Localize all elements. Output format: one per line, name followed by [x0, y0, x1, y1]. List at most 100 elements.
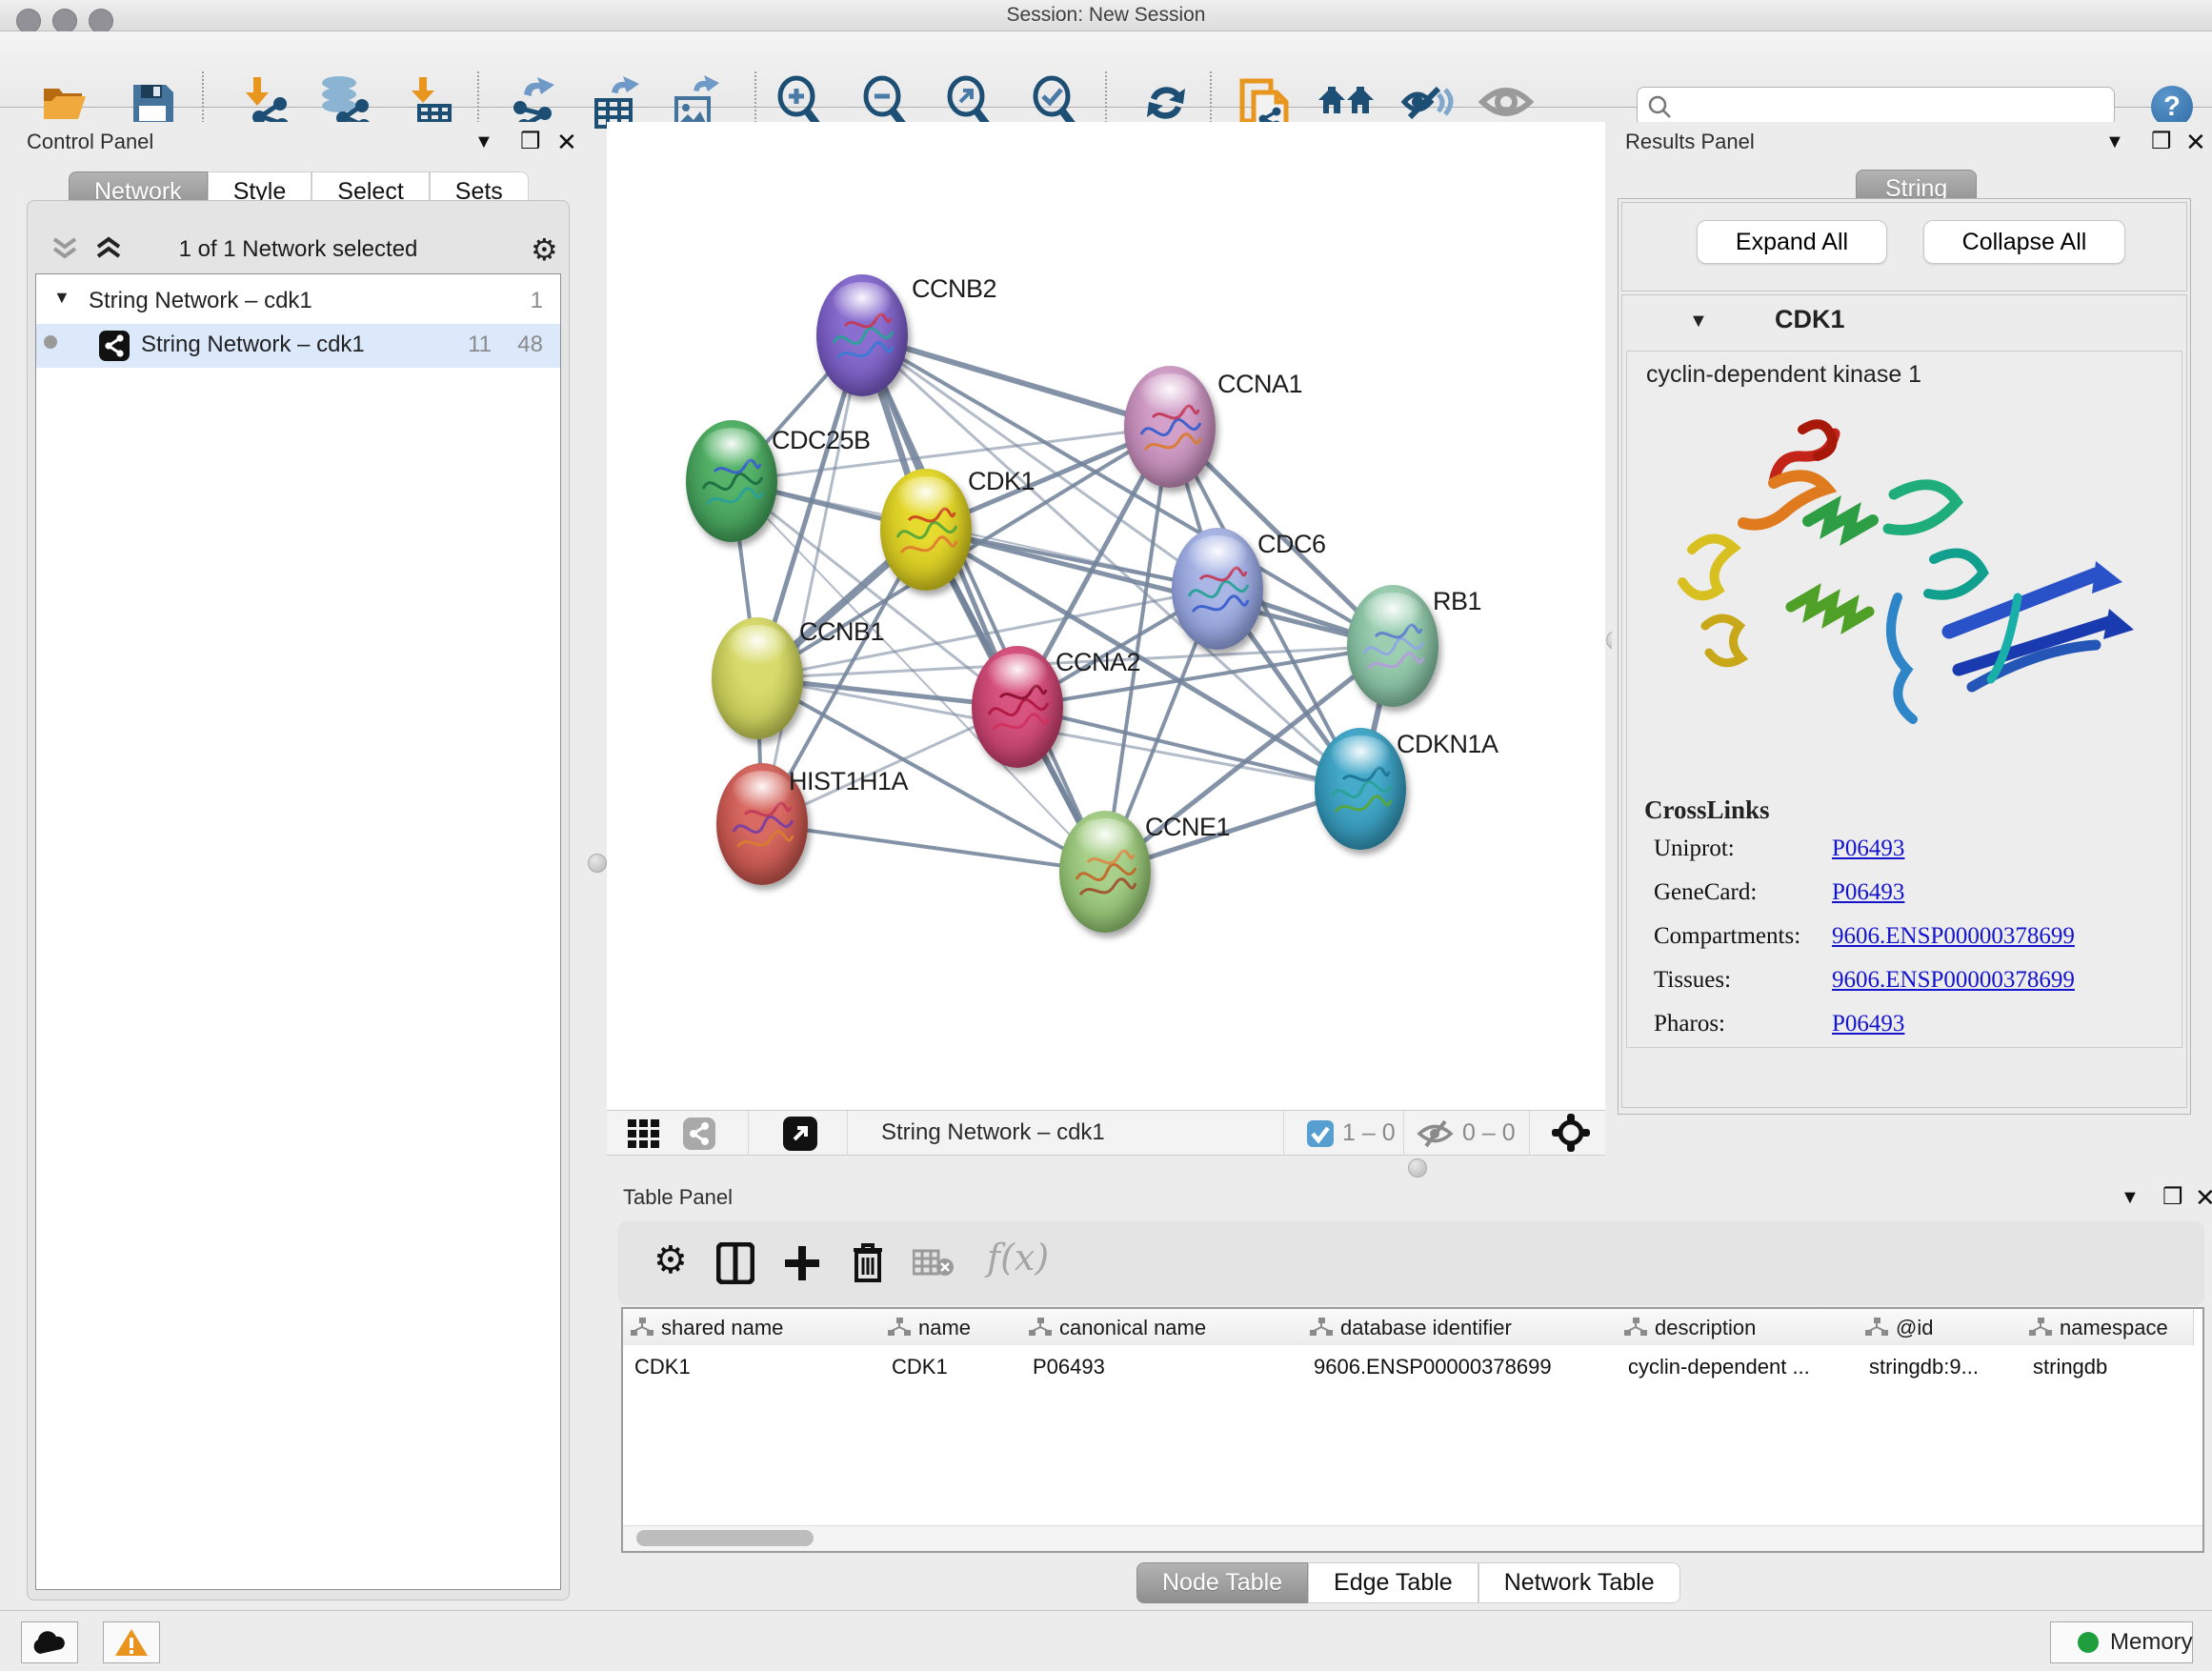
- network-node-CCNB2[interactable]: [816, 274, 908, 396]
- table-cell[interactable]: CDK1: [634, 1355, 873, 1379]
- network-options-gear-icon[interactable]: ⚙: [531, 232, 558, 268]
- table-panel-collapse-icon[interactable]: ▼: [2121, 1187, 2140, 1209]
- zoom-out-icon[interactable]: [859, 75, 909, 129]
- tab-node-table[interactable]: Node Table: [1136, 1562, 1308, 1603]
- network-edge[interactable]: [762, 824, 1105, 872]
- control-panel-collapse-icon[interactable]: ▼: [474, 131, 493, 153]
- column-header-canonicalname[interactable]: canonical name: [1021, 1309, 1303, 1345]
- bottom-splitter-handle[interactable]: [1408, 1158, 1427, 1178]
- selected-checkbox-icon[interactable]: [1307, 1120, 1334, 1147]
- hidden-eye-icon[interactable]: [1417, 1119, 1455, 1148]
- export-table-icon[interactable]: [587, 75, 636, 129]
- crosslink-tissues-link[interactable]: 9606.ENSP00000378699: [1832, 967, 2075, 994]
- network-status-dot: [44, 335, 57, 349]
- table-cell[interactable]: cyclin-dependent ...: [1628, 1355, 1850, 1379]
- gene-collapse-icon[interactable]: ▼: [1689, 311, 1708, 332]
- single-view-icon[interactable]: [683, 1117, 715, 1150]
- table-settings-gear-icon[interactable]: ⚙: [654, 1238, 688, 1282]
- tab-network-table[interactable]: Network Table: [1478, 1562, 1680, 1603]
- expand-all-button[interactable]: Expand All: [1697, 220, 1887, 264]
- network-view-canvas[interactable]: CCNB2CCNA1CDC25BCDK1CDC6RB1CCNB1CCNA2CDK…: [607, 122, 1605, 1110]
- column-header-databaseidentifier[interactable]: database identifier: [1302, 1309, 1618, 1345]
- network-node-CDK1[interactable]: [880, 469, 972, 591]
- network-row-selected[interactable]: String Network – cdk1 11 48: [36, 324, 560, 368]
- scrollbar-thumb[interactable]: [636, 1530, 814, 1546]
- collapse-all-button[interactable]: Collapse All: [1923, 220, 2125, 264]
- network-edge[interactable]: [732, 481, 1217, 589]
- birds-eye-view-icon[interactable]: [783, 1117, 817, 1151]
- network-node-CDKN1A[interactable]: [1315, 728, 1406, 850]
- crosslink-compartments-link[interactable]: 9606.ENSP00000378699: [1832, 923, 2075, 950]
- table-panel-float-icon[interactable]: ❒: [2162, 1183, 2183, 1211]
- network-node-RB1[interactable]: [1347, 585, 1438, 707]
- zoom-in-icon[interactable]: [774, 75, 823, 129]
- crosslink-uniprot-link[interactable]: P06493: [1832, 836, 1904, 862]
- node-label-CDKN1A: CDKN1A: [1397, 730, 1498, 759]
- network-node-CCNB1[interactable]: [712, 617, 803, 739]
- table-cell[interactable]: stringdb:9...: [1869, 1355, 2014, 1379]
- string-home-icon[interactable]: [1317, 75, 1366, 129]
- network-node-CCNE1[interactable]: [1059, 811, 1151, 933]
- table-cell[interactable]: stringdb: [2033, 1355, 2185, 1379]
- grid-view-icon[interactable]: [628, 1119, 660, 1148]
- search-icon: [1647, 94, 1672, 119]
- crosslink-pharos-link[interactable]: P06493: [1832, 1011, 1904, 1037]
- show-columns-icon[interactable]: [716, 1242, 754, 1284]
- table-cell[interactable]: CDK1: [892, 1355, 1014, 1379]
- save-session-icon[interactable]: [128, 75, 177, 129]
- network-edge[interactable]: [762, 335, 862, 824]
- column-network-icon: [1865, 1318, 1888, 1337]
- refresh-icon[interactable]: [1139, 75, 1189, 129]
- column-header-namespace[interactable]: namespace: [2021, 1309, 2194, 1345]
- zoom-selected-icon[interactable]: [1029, 75, 1078, 129]
- import-table-from-file-icon[interactable]: [404, 75, 453, 129]
- table-horizontal-scrollbar[interactable]: [623, 1525, 2202, 1551]
- table-cell[interactable]: 9606.ENSP00000378699: [1314, 1355, 1609, 1379]
- cloud-icon: [30, 1629, 69, 1656]
- node-table[interactable]: shared namenamecanonical namedatabase id…: [621, 1307, 2204, 1553]
- network-node-CCNA1[interactable]: [1124, 366, 1216, 488]
- node-gloss: [701, 428, 762, 468]
- network-tree: ▼ String Network – cdk1 1 String Network…: [35, 273, 561, 1590]
- results-panel-close-icon[interactable]: ✕: [2185, 128, 2206, 157]
- network-collection-row[interactable]: ▼ String Network – cdk1 1: [36, 280, 560, 324]
- crosslink-genecard-link[interactable]: P06493: [1832, 879, 1904, 906]
- open-session-icon[interactable]: [40, 75, 90, 129]
- column-header-description[interactable]: description: [1617, 1309, 1859, 1345]
- export-image-icon[interactable]: [667, 75, 716, 129]
- delete-table-icon[interactable]: [913, 1248, 955, 1278]
- zoom-fit-icon[interactable]: [943, 75, 993, 129]
- results-panel-collapse-icon[interactable]: ▼: [2105, 131, 2124, 153]
- warning-status-button[interactable]: [103, 1621, 160, 1663]
- tab-edge-table[interactable]: Edge Table: [1308, 1562, 1478, 1603]
- window-title: Session: New Session: [0, 4, 2212, 27]
- control-panel-close-icon[interactable]: ✕: [556, 128, 577, 157]
- hide-labels-icon[interactable]: [1400, 75, 1450, 129]
- clone-network-icon[interactable]: [1237, 75, 1286, 129]
- results-panel-float-icon[interactable]: ❒: [2151, 128, 2172, 155]
- left-splitter-handle[interactable]: [588, 854, 607, 873]
- import-network-from-file-icon[interactable]: [238, 75, 288, 129]
- cloud-status-button[interactable]: [21, 1621, 78, 1663]
- protein-structure-image: [1648, 407, 2159, 788]
- export-network-icon[interactable]: [507, 75, 556, 129]
- show-eye-icon[interactable]: [1478, 75, 1528, 129]
- network-node-CCNA2[interactable]: [972, 646, 1063, 768]
- search-input[interactable]: [1678, 90, 2106, 122]
- node-label-CCNE1: CCNE1: [1145, 813, 1230, 842]
- network-node-CDC6[interactable]: [1172, 528, 1263, 650]
- add-column-icon[interactable]: [783, 1242, 821, 1284]
- function-builder-icon[interactable]: f(x): [987, 1237, 1049, 1278]
- fit-selected-crosshair-icon[interactable]: [1552, 1114, 1590, 1152]
- column-header-name[interactable]: name: [880, 1309, 1022, 1345]
- control-panel-float-icon[interactable]: ❒: [520, 128, 541, 155]
- memory-button[interactable]: Memory: [2050, 1621, 2193, 1663]
- import-network-from-database-icon[interactable]: [314, 75, 364, 129]
- table-cell[interactable]: P06493: [1033, 1355, 1295, 1379]
- collection-expand-icon[interactable]: ▼: [53, 288, 70, 308]
- delete-column-trash-icon[interactable]: [850, 1240, 886, 1284]
- table-panel-close-icon[interactable]: ✕: [2195, 1183, 2212, 1213]
- column-header-sharedname[interactable]: shared name: [623, 1309, 881, 1345]
- column-header-id[interactable]: @id: [1858, 1309, 2022, 1345]
- network-node-CDC25B[interactable]: [686, 420, 777, 542]
